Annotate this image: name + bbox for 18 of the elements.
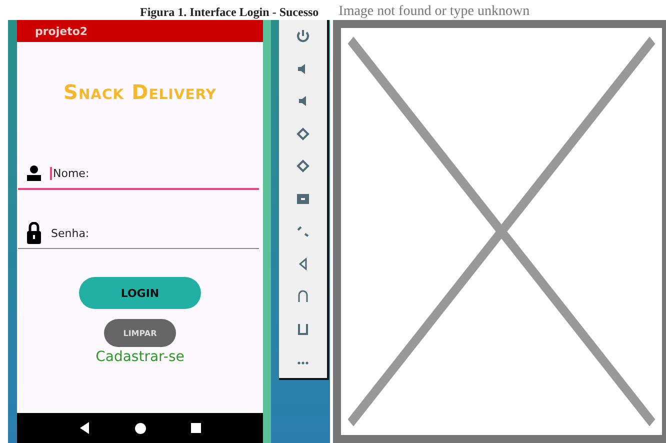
back-icon[interactable] (80, 422, 90, 434)
app-heading: Snack Delivery (64, 80, 216, 104)
rotate-right-icon[interactable] (296, 159, 310, 174)
overview-icon[interactable] (190, 423, 200, 433)
input-field[interactable]: Nome: (18, 158, 259, 190)
power-icon[interactable] (296, 29, 310, 44)
input-field[interactable]: Senha: (18, 218, 259, 249)
rotate-left-icon[interactable] (296, 126, 310, 141)
app-title: projeto2 (35, 24, 88, 38)
zoom-icon[interactable] (296, 224, 310, 238)
broken-image-text: Image not found or type unknown (338, 4, 530, 20)
camera-icon[interactable] (296, 192, 310, 206)
home-icon[interactable] (134, 422, 146, 434)
clear-button[interactable]: LIMPAR (104, 319, 176, 347)
lock-icon (26, 222, 42, 244)
login-button[interactable]: LOGIN (79, 277, 201, 309)
figure-caption: Figura 1. Interface Login - Sucesso (140, 5, 319, 20)
person-icon (26, 165, 42, 181)
